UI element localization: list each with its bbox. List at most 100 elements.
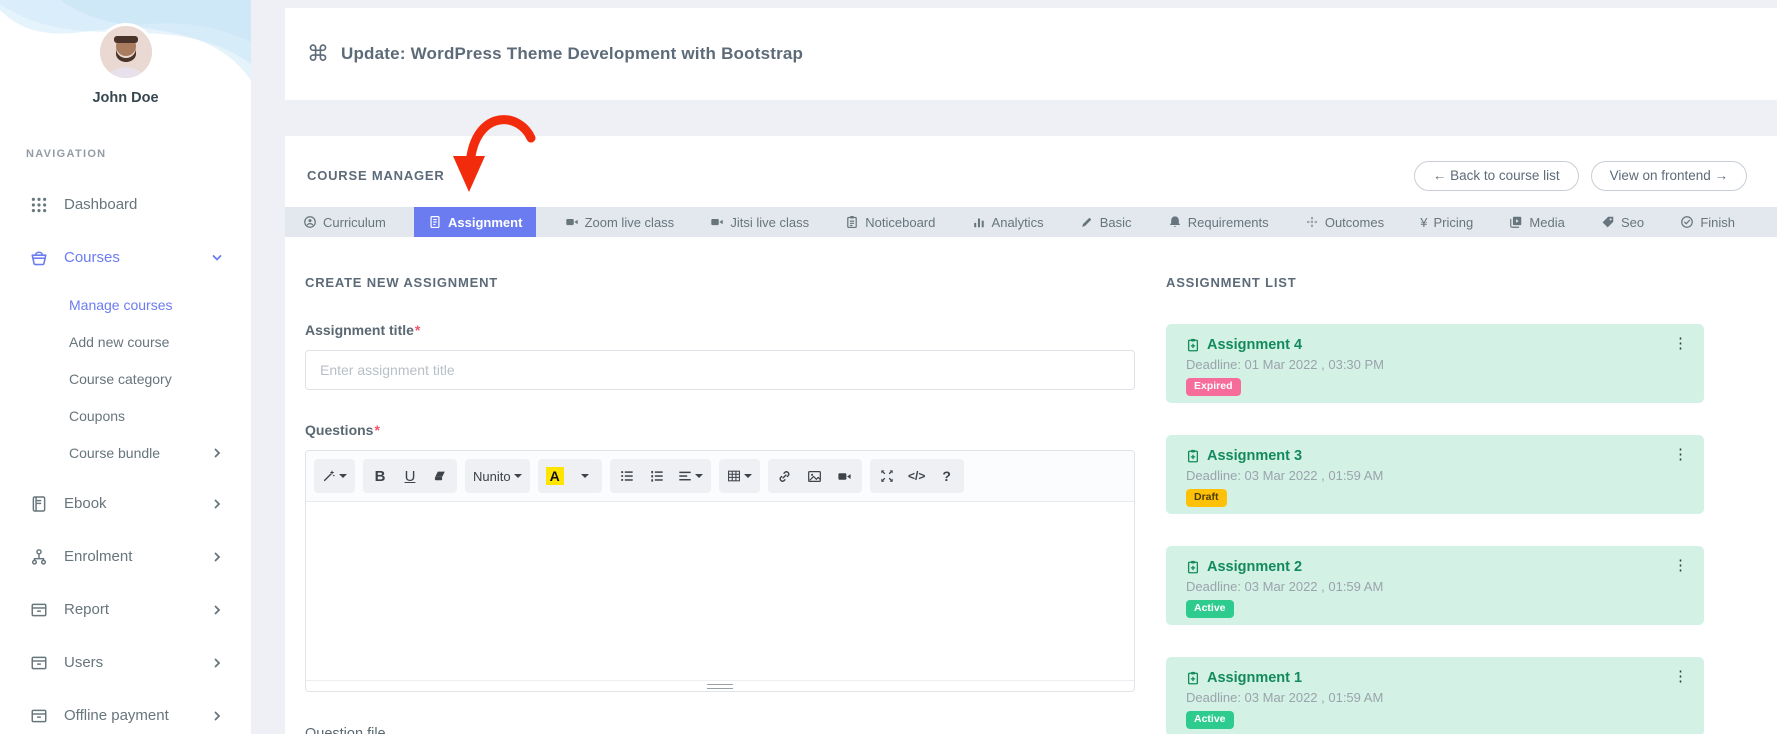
tab-outcomes[interactable]: Outcomes [1297, 207, 1392, 237]
bold-button[interactable]: B [365, 463, 395, 489]
question-file-label: Question file [305, 726, 1135, 734]
clipboard-check-icon [1186, 560, 1200, 574]
tab-curriculum[interactable]: Curriculum [295, 207, 394, 237]
link-button[interactable] [770, 463, 800, 489]
sidebar-item-label: Ebook [64, 495, 107, 512]
sidebar-item-offline-payment[interactable]: Offline payment [0, 689, 251, 734]
archive-icon [30, 601, 48, 619]
assignment-title-label: Assignment title* [305, 322, 1135, 338]
assignment-menu-button[interactable]: ⋮ [1673, 669, 1688, 684]
ordered-list-button[interactable] [642, 463, 672, 489]
clipboard-check-icon [1186, 338, 1200, 352]
font-family-dropdown[interactable]: Nunito [467, 463, 528, 489]
assignment-menu-button[interactable]: ⋮ [1673, 558, 1688, 573]
editor-toolbar: B U Nunito [306, 451, 1134, 502]
sidebar-item-report[interactable]: Report [0, 583, 251, 636]
sidebar-item-enrolment[interactable]: Enrolment [0, 530, 251, 583]
code-view-button[interactable]: </> [902, 463, 932, 489]
chevron-right-icon [211, 604, 223, 616]
tab-pricing[interactable]: ¥ Pricing [1412, 207, 1481, 237]
tab-noticeboard[interactable]: Noticeboard [837, 207, 943, 237]
tab-zoom-live-class[interactable]: Zoom live class [557, 207, 683, 237]
table-dropdown[interactable] [721, 463, 758, 489]
status-badge: Active [1186, 600, 1234, 618]
tab-assignment[interactable]: Assignment [414, 207, 536, 237]
underline-button[interactable]: U [395, 463, 425, 489]
back-to-course-list-button[interactable]: ← Back to course list [1414, 161, 1579, 191]
sidebar-item-course-bundle[interactable]: Course bundle [0, 434, 251, 471]
tab-finish[interactable]: Finish [1672, 207, 1743, 237]
style-magic-dropdown-button[interactable] [316, 463, 353, 489]
user-profile: John Doe [0, 0, 251, 106]
chevron-right-icon [211, 498, 223, 510]
text-color-button[interactable]: A [540, 463, 570, 489]
sidebar-item-course-category[interactable]: Course category [0, 360, 251, 397]
archive-icon [30, 654, 48, 672]
tab-analytics[interactable]: Analytics [964, 207, 1052, 237]
sidebar-item-manage-courses[interactable]: Manage courses [0, 286, 251, 323]
image-button[interactable] [800, 463, 830, 489]
avatar [100, 26, 152, 78]
tab-jitsi-live-class[interactable]: Jitsi live class [702, 207, 817, 237]
text-color-dropdown[interactable] [570, 463, 600, 489]
help-button[interactable]: ? [932, 463, 962, 489]
command-icon: ⌘ [307, 43, 329, 65]
assignment-list-heading: ASSIGNMENT LIST [1166, 275, 1704, 290]
video-button[interactable] [830, 463, 860, 489]
yen-icon: ¥ [1420, 216, 1427, 229]
tab-requirements[interactable]: Requirements [1160, 207, 1277, 237]
editor-resize-handle[interactable] [306, 680, 1134, 691]
caret-down-icon [695, 474, 703, 478]
create-assignment-heading: CREATE NEW ASSIGNMENT [305, 275, 1135, 290]
assignment-deadline: Deadline: 01 Mar 2022 , 03:30 PM [1186, 357, 1684, 372]
tag-icon [1601, 215, 1615, 229]
user-name: John Doe [0, 90, 251, 106]
grid-icon [30, 196, 48, 214]
status-badge: Draft [1186, 489, 1227, 507]
sidebar-item-label: Report [64, 601, 109, 618]
tab-basic[interactable]: Basic [1072, 207, 1140, 237]
sidebar-item-add-new-course[interactable]: Add new course [0, 323, 251, 360]
sidebar-item-courses[interactable]: Courses [0, 231, 251, 284]
sidebar-item-label: Enrolment [64, 548, 132, 565]
course-manager-heading: COURSE MANAGER [307, 168, 445, 183]
assignment-card-title: Assignment 3 [1186, 448, 1684, 464]
caret-down-icon [339, 474, 347, 478]
assignment-deadline: Deadline: 03 Mar 2022 , 01:59 AM [1186, 468, 1684, 483]
tab-bar: Curriculum Assignment Zoom live class [285, 207, 1777, 237]
view-on-frontend-button[interactable]: View on frontend → [1591, 161, 1747, 191]
sidebar-item-label: Courses [64, 249, 120, 266]
status-badge: Active [1186, 711, 1234, 729]
move-icon [1305, 215, 1319, 229]
chevron-right-icon [211, 551, 223, 563]
questions-editor-area[interactable] [306, 502, 1134, 680]
media-icon [1509, 215, 1523, 229]
paragraph-align-dropdown[interactable] [672, 463, 709, 489]
sidebar-nav: Dashboard Courses Manage courses Add n [0, 178, 251, 734]
assignment-menu-button[interactable]: ⋮ [1673, 336, 1688, 351]
assignment-title-input[interactable] [305, 350, 1135, 390]
courses-submenu: Manage courses Add new course Course cat… [0, 284, 251, 477]
user-circle-icon [303, 215, 317, 229]
basket-icon [30, 249, 48, 267]
sidebar-item-users[interactable]: Users [0, 636, 251, 689]
caret-down-icon [581, 474, 589, 478]
assignment-card-title: Assignment 4 [1186, 337, 1684, 353]
sidebar-item-coupons[interactable]: Coupons [0, 397, 251, 434]
book-icon [30, 495, 48, 513]
assignment-card: Assignment 1 Deadline: 03 Mar 2022 , 01:… [1166, 657, 1704, 734]
assignment-deadline: Deadline: 03 Mar 2022 , 01:59 AM [1186, 690, 1684, 705]
clear-format-icon[interactable] [425, 463, 455, 489]
sidebar-item-ebook[interactable]: Ebook [0, 477, 251, 530]
tab-media[interactable]: Media [1501, 207, 1572, 237]
sidebar-item-dashboard[interactable]: Dashboard [0, 178, 251, 231]
fullscreen-button[interactable] [872, 463, 902, 489]
unordered-list-button[interactable] [612, 463, 642, 489]
clipboard-check-icon [1186, 449, 1200, 463]
panel-head: COURSE MANAGER ← Back to course list Vie… [285, 136, 1777, 207]
head-buttons: ← Back to course list View on frontend → [1414, 161, 1747, 191]
panel-body: CREATE NEW ASSIGNMENT Assignment title* … [285, 237, 1777, 734]
assignment-menu-button[interactable]: ⋮ [1673, 447, 1688, 462]
course-manager-panel: COURSE MANAGER ← Back to course list Vie… [285, 136, 1777, 734]
tab-seo[interactable]: Seo [1593, 207, 1652, 237]
